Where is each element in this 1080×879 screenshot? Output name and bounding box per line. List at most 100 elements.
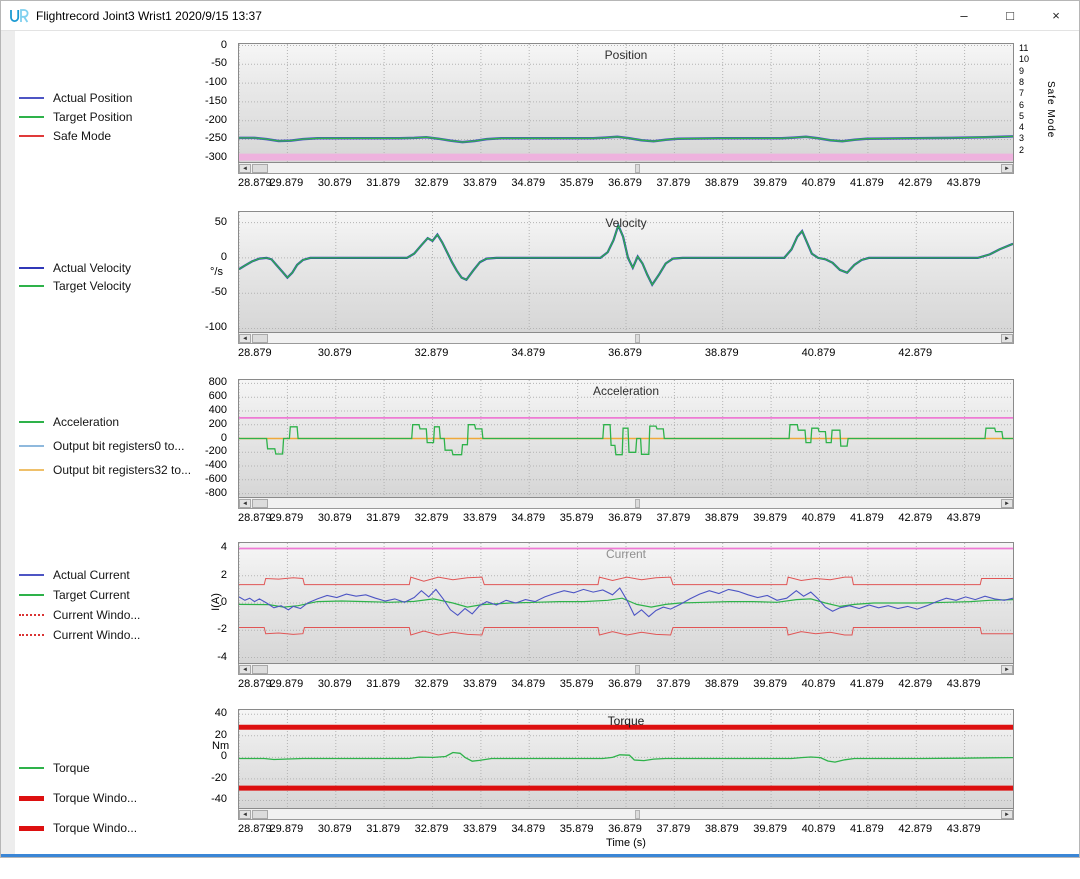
scrollbar-thumb[interactable] bbox=[252, 665, 268, 674]
legend-label: Acceleration bbox=[53, 415, 119, 429]
x-tick-label: 34.879 bbox=[511, 177, 545, 189]
x-tick-label: 34.879 bbox=[511, 347, 545, 359]
position-section: Actual PositionTarget PositionSafe Mode … bbox=[1, 43, 1079, 213]
velocity-plot-area[interactable]: Velocity bbox=[238, 211, 1014, 333]
y-tick-label: -200 bbox=[205, 114, 227, 126]
x-tick-label: 38.879 bbox=[705, 512, 739, 524]
safe-mode-tick-label: 9 bbox=[1019, 66, 1024, 76]
position-h-scrollbar[interactable]: ◄ ► bbox=[238, 163, 1014, 174]
legend-label: Target Current bbox=[53, 588, 130, 602]
x-tick-label: 28.879 bbox=[238, 678, 272, 690]
scrollbar-thumb[interactable] bbox=[252, 810, 268, 819]
scrollbar-track[interactable] bbox=[268, 164, 1001, 173]
y-tick-label: 4 bbox=[221, 541, 227, 553]
y-tick-label: 0 bbox=[221, 750, 227, 762]
legend-item-target-position[interactable]: Target Position bbox=[19, 110, 205, 124]
y-tick-label: 600 bbox=[209, 390, 227, 402]
y-tick-label: 0 bbox=[221, 251, 227, 263]
scrollbar-right-arrow[interactable]: ► bbox=[1001, 334, 1013, 343]
legend-swatch bbox=[19, 116, 44, 118]
acceleration-plot-area[interactable]: Acceleration bbox=[238, 379, 1014, 498]
scrollbar-right-arrow[interactable]: ► bbox=[1001, 665, 1013, 674]
y-tick-label: -600 bbox=[205, 473, 227, 485]
scrollbar-right-arrow[interactable]: ► bbox=[1001, 499, 1013, 508]
velocity-x-axis-labels: 28.87930.87932.87934.87936.87938.87940.8… bbox=[238, 345, 1014, 361]
scrollbar-notch bbox=[635, 164, 640, 173]
legend-item-torque-windo[interactable]: Torque Windo... bbox=[19, 791, 205, 805]
velocity-y-axis-labels: 500-50-100 bbox=[189, 211, 233, 333]
legend-swatch bbox=[19, 469, 44, 471]
x-tick-label: 38.879 bbox=[705, 678, 739, 690]
position-plot-area[interactable]: Position bbox=[238, 43, 1014, 163]
safe-mode-tick-label: 2 bbox=[1019, 145, 1024, 155]
legend-item-actual-position[interactable]: Actual Position bbox=[19, 91, 205, 105]
x-tick-label: 33.879 bbox=[463, 678, 497, 690]
y-tick-label: 0 bbox=[221, 596, 227, 608]
x-tick-label: 39.879 bbox=[753, 823, 787, 835]
legend-swatch bbox=[19, 634, 44, 636]
velocity-h-scrollbar[interactable]: ◄ ► bbox=[238, 333, 1014, 344]
scrollbar-track[interactable] bbox=[268, 499, 1001, 508]
y-tick-label: -2 bbox=[217, 623, 227, 635]
x-tick-label: 40.879 bbox=[802, 512, 836, 524]
y-tick-label: 2 bbox=[221, 569, 227, 581]
main-content: Actual PositionTarget PositionSafe Mode … bbox=[1, 31, 1079, 857]
bottom-accent-bar bbox=[1, 854, 1079, 857]
scrollbar-thumb[interactable] bbox=[252, 499, 268, 508]
maximize-button[interactable]: □ bbox=[987, 1, 1033, 30]
legend-label: Actual Position bbox=[53, 91, 132, 105]
close-button[interactable]: × bbox=[1033, 1, 1079, 30]
legend-item-current-windo[interactable]: Current Windo... bbox=[19, 608, 205, 622]
current-h-scrollbar[interactable]: ◄ ► bbox=[238, 664, 1014, 675]
scrollbar-track[interactable] bbox=[268, 810, 1001, 819]
torque-plot-area[interactable]: Torque bbox=[238, 709, 1014, 809]
legend-item-target-current[interactable]: Target Current bbox=[19, 588, 205, 602]
scrollbar-thumb[interactable] bbox=[252, 334, 268, 343]
scrollbar-track[interactable] bbox=[268, 334, 1001, 343]
minimize-button[interactable]: – bbox=[941, 1, 987, 30]
legend-item-actual-velocity[interactable]: Actual Velocity bbox=[19, 261, 205, 275]
acceleration-h-scrollbar[interactable]: ◄ ► bbox=[238, 498, 1014, 509]
x-tick-label: 30.879 bbox=[318, 512, 352, 524]
x-tick-label: 38.879 bbox=[705, 347, 739, 359]
scrollbar-right-arrow[interactable]: ► bbox=[1001, 164, 1013, 173]
acceleration-section: Acceleration Output bit registers0 to... O… bbox=[1, 379, 1079, 549]
legend-item-acceleration[interactable]: Acceleration bbox=[19, 415, 205, 429]
x-tick-label: 29.879 bbox=[270, 177, 304, 189]
x-tick-label: 29.879 bbox=[270, 678, 304, 690]
current-legend: Actual Current Target Current Current Wind… bbox=[19, 568, 205, 642]
legend-item-safe-mode[interactable]: Safe Mode bbox=[19, 129, 205, 143]
legend-item-output-bit-registers0-to[interactable]: Output bit registers0 to... bbox=[19, 439, 205, 453]
scrollbar-notch bbox=[635, 499, 640, 508]
x-tick-label: 30.879 bbox=[318, 678, 352, 690]
x-tick-label: 31.879 bbox=[366, 678, 400, 690]
legend-label: Output bit registers0 to... bbox=[53, 439, 184, 453]
x-tick-label: 38.879 bbox=[705, 823, 739, 835]
scrollbar-left-arrow[interactable]: ◄ bbox=[239, 665, 251, 674]
scrollbar-left-arrow[interactable]: ◄ bbox=[239, 810, 251, 819]
scrollbar-right-arrow[interactable]: ► bbox=[1001, 810, 1013, 819]
legend-label: Target Velocity bbox=[53, 279, 131, 293]
scrollbar-track[interactable] bbox=[268, 665, 1001, 674]
torque-h-scrollbar[interactable]: ◄ ► bbox=[238, 809, 1014, 820]
x-tick-label: 43.879 bbox=[947, 177, 981, 189]
x-tick-label: 33.879 bbox=[463, 823, 497, 835]
legend-item-actual-current[interactable]: Actual Current bbox=[19, 568, 205, 582]
legend-item-current-windo[interactable]: Current Windo... bbox=[19, 628, 205, 642]
x-tick-label: 35.879 bbox=[560, 512, 594, 524]
scrollbar-left-arrow[interactable]: ◄ bbox=[239, 164, 251, 173]
scrollbar-left-arrow[interactable]: ◄ bbox=[239, 499, 251, 508]
legend-item-output-bit-registers32-to[interactable]: Output bit registers32 to... bbox=[19, 463, 205, 477]
x-tick-label: 35.879 bbox=[560, 823, 594, 835]
scrollbar-thumb[interactable] bbox=[252, 164, 268, 173]
legend-item-target-velocity[interactable]: Target Velocity bbox=[19, 279, 205, 293]
legend-item-torque[interactable]: Torque bbox=[19, 761, 205, 775]
acceleration-x-axis-labels: 28.87929.87930.87931.87932.87933.87934.8… bbox=[238, 510, 1014, 526]
scrollbar-notch bbox=[635, 810, 640, 819]
x-tick-label: 32.879 bbox=[415, 177, 449, 189]
scrollbar-left-arrow[interactable]: ◄ bbox=[239, 334, 251, 343]
y-tick-label: -50 bbox=[211, 57, 227, 69]
x-tick-label: 43.879 bbox=[947, 678, 981, 690]
legend-item-torque-windo[interactable]: Torque Windo... bbox=[19, 821, 205, 835]
current-plot-area[interactable]: Current bbox=[238, 542, 1014, 664]
